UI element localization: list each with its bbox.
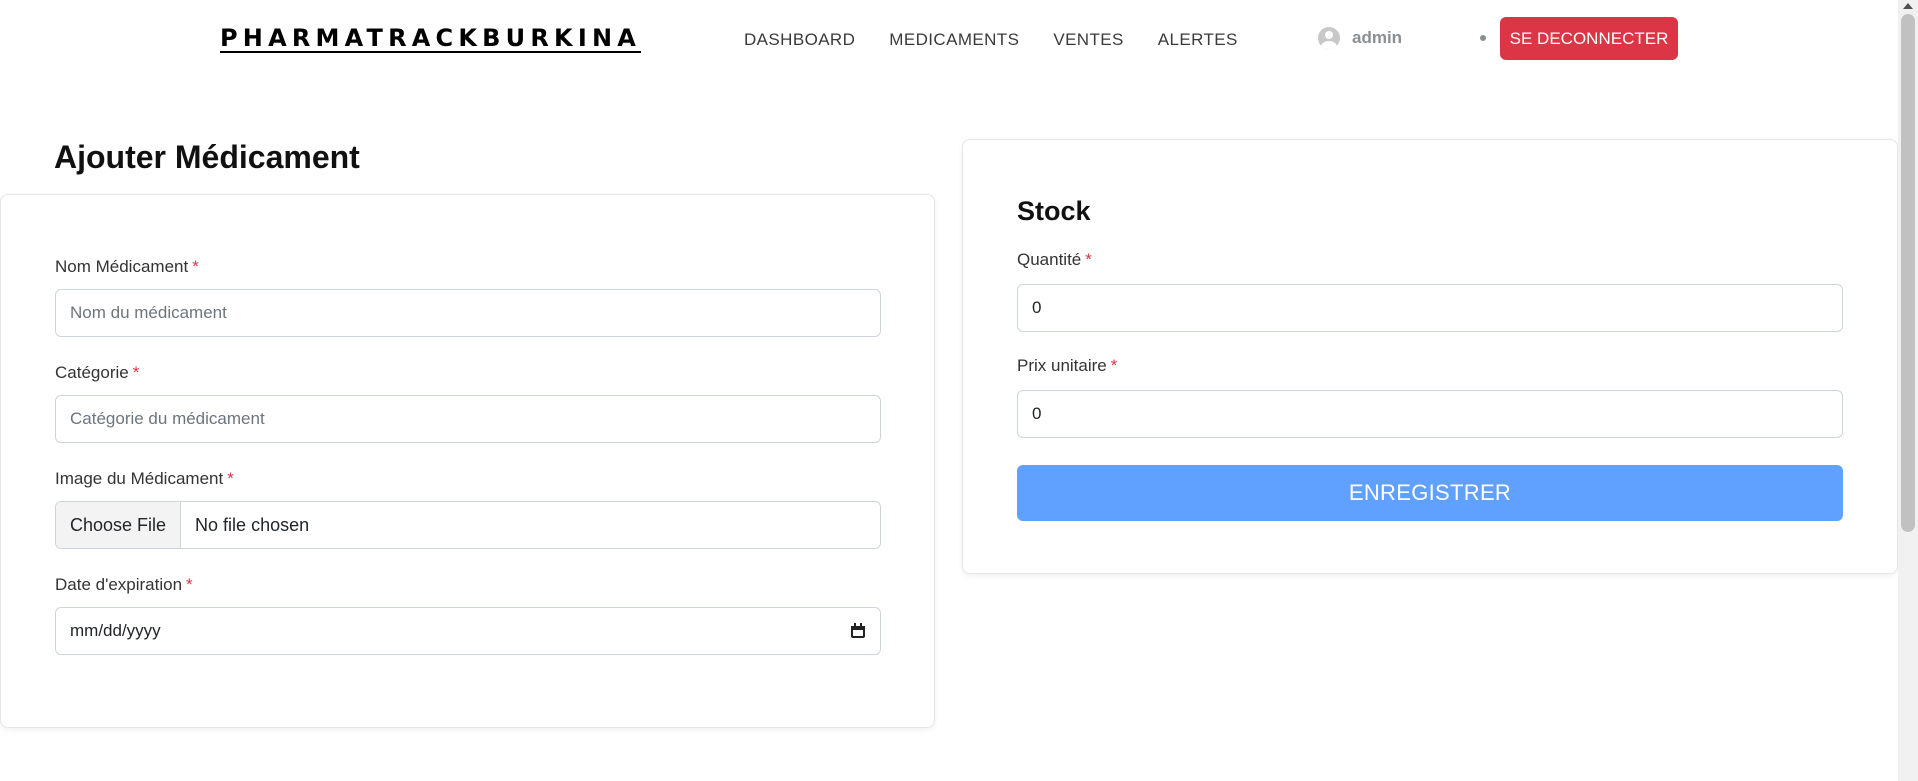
file-status: No file chosen	[195, 514, 310, 535]
vertical-scrollbar[interactable]	[1898, 0, 1918, 781]
required-marker: *	[186, 575, 193, 594]
brand-logo[interactable]: PHARMATRACKBURKINA	[220, 24, 641, 52]
image-file-input[interactable]: Choose File No file chosen	[55, 501, 881, 549]
name-label: Nom Médicament *	[55, 257, 199, 276]
quantity-label: Quantité *	[1017, 250, 1092, 269]
nav-link-alertes[interactable]: ALERTES	[1158, 30, 1238, 50]
nav-link-ventes[interactable]: VENTES	[1053, 30, 1123, 50]
medicine-form-card: Nom Médicament* Catégorie* Image du Médi…	[0, 194, 935, 728]
main-nav: DASHBOARD MEDICAMENTS VENTES ALERTES	[744, 30, 1272, 50]
date-placeholder: mm/dd/yyyy	[70, 621, 161, 640]
quantity-input[interactable]	[1017, 284, 1843, 332]
user-avatar-icon	[1318, 27, 1340, 49]
stock-card: Stock Quantité* Prix unitaire* ENREGISTR…	[962, 139, 1898, 574]
required-marker: *	[1085, 250, 1092, 269]
scroll-thumb[interactable]	[1901, 14, 1915, 532]
unit-price-label: Prix unitaire *	[1017, 356, 1118, 375]
nav-link-dashboard[interactable]: DASHBOARD	[744, 30, 855, 50]
required-marker: *	[192, 257, 199, 276]
separator-dot	[1480, 35, 1486, 41]
save-button[interactable]: ENREGISTRER	[1017, 465, 1843, 521]
unit-price-input[interactable]	[1017, 390, 1843, 438]
medicine-name-input[interactable]	[55, 289, 881, 337]
stock-title: Stock	[1017, 196, 1091, 226]
category-label: Catégorie *	[55, 363, 140, 382]
logout-button[interactable]: SE DECONNECTER	[1500, 17, 1678, 60]
username: admin	[1352, 28, 1403, 47]
nav-link-medicaments[interactable]: MEDICAMENTS	[889, 30, 1019, 50]
category-input[interactable]	[55, 395, 881, 443]
image-label: Image du Médicament *	[55, 469, 234, 488]
expiry-label: Date d'expiration *	[55, 575, 193, 594]
calendar-icon[interactable]	[850, 623, 866, 639]
scroll-up-arrow-icon[interactable]	[1903, 3, 1913, 9]
page-title: Ajouter Médicament	[54, 139, 360, 175]
user-menu[interactable]: admin	[1318, 27, 1402, 49]
required-marker: *	[132, 363, 140, 382]
required-marker: *	[227, 469, 234, 488]
top-navbar: PHARMATRACKBURKINA DASHBOARD MEDICAMENTS…	[0, 0, 1898, 78]
required-marker: *	[1110, 356, 1118, 375]
expiry-date-input[interactable]: mm/dd/yyyy	[55, 607, 881, 655]
choose-file-button[interactable]: Choose File	[56, 502, 182, 548]
